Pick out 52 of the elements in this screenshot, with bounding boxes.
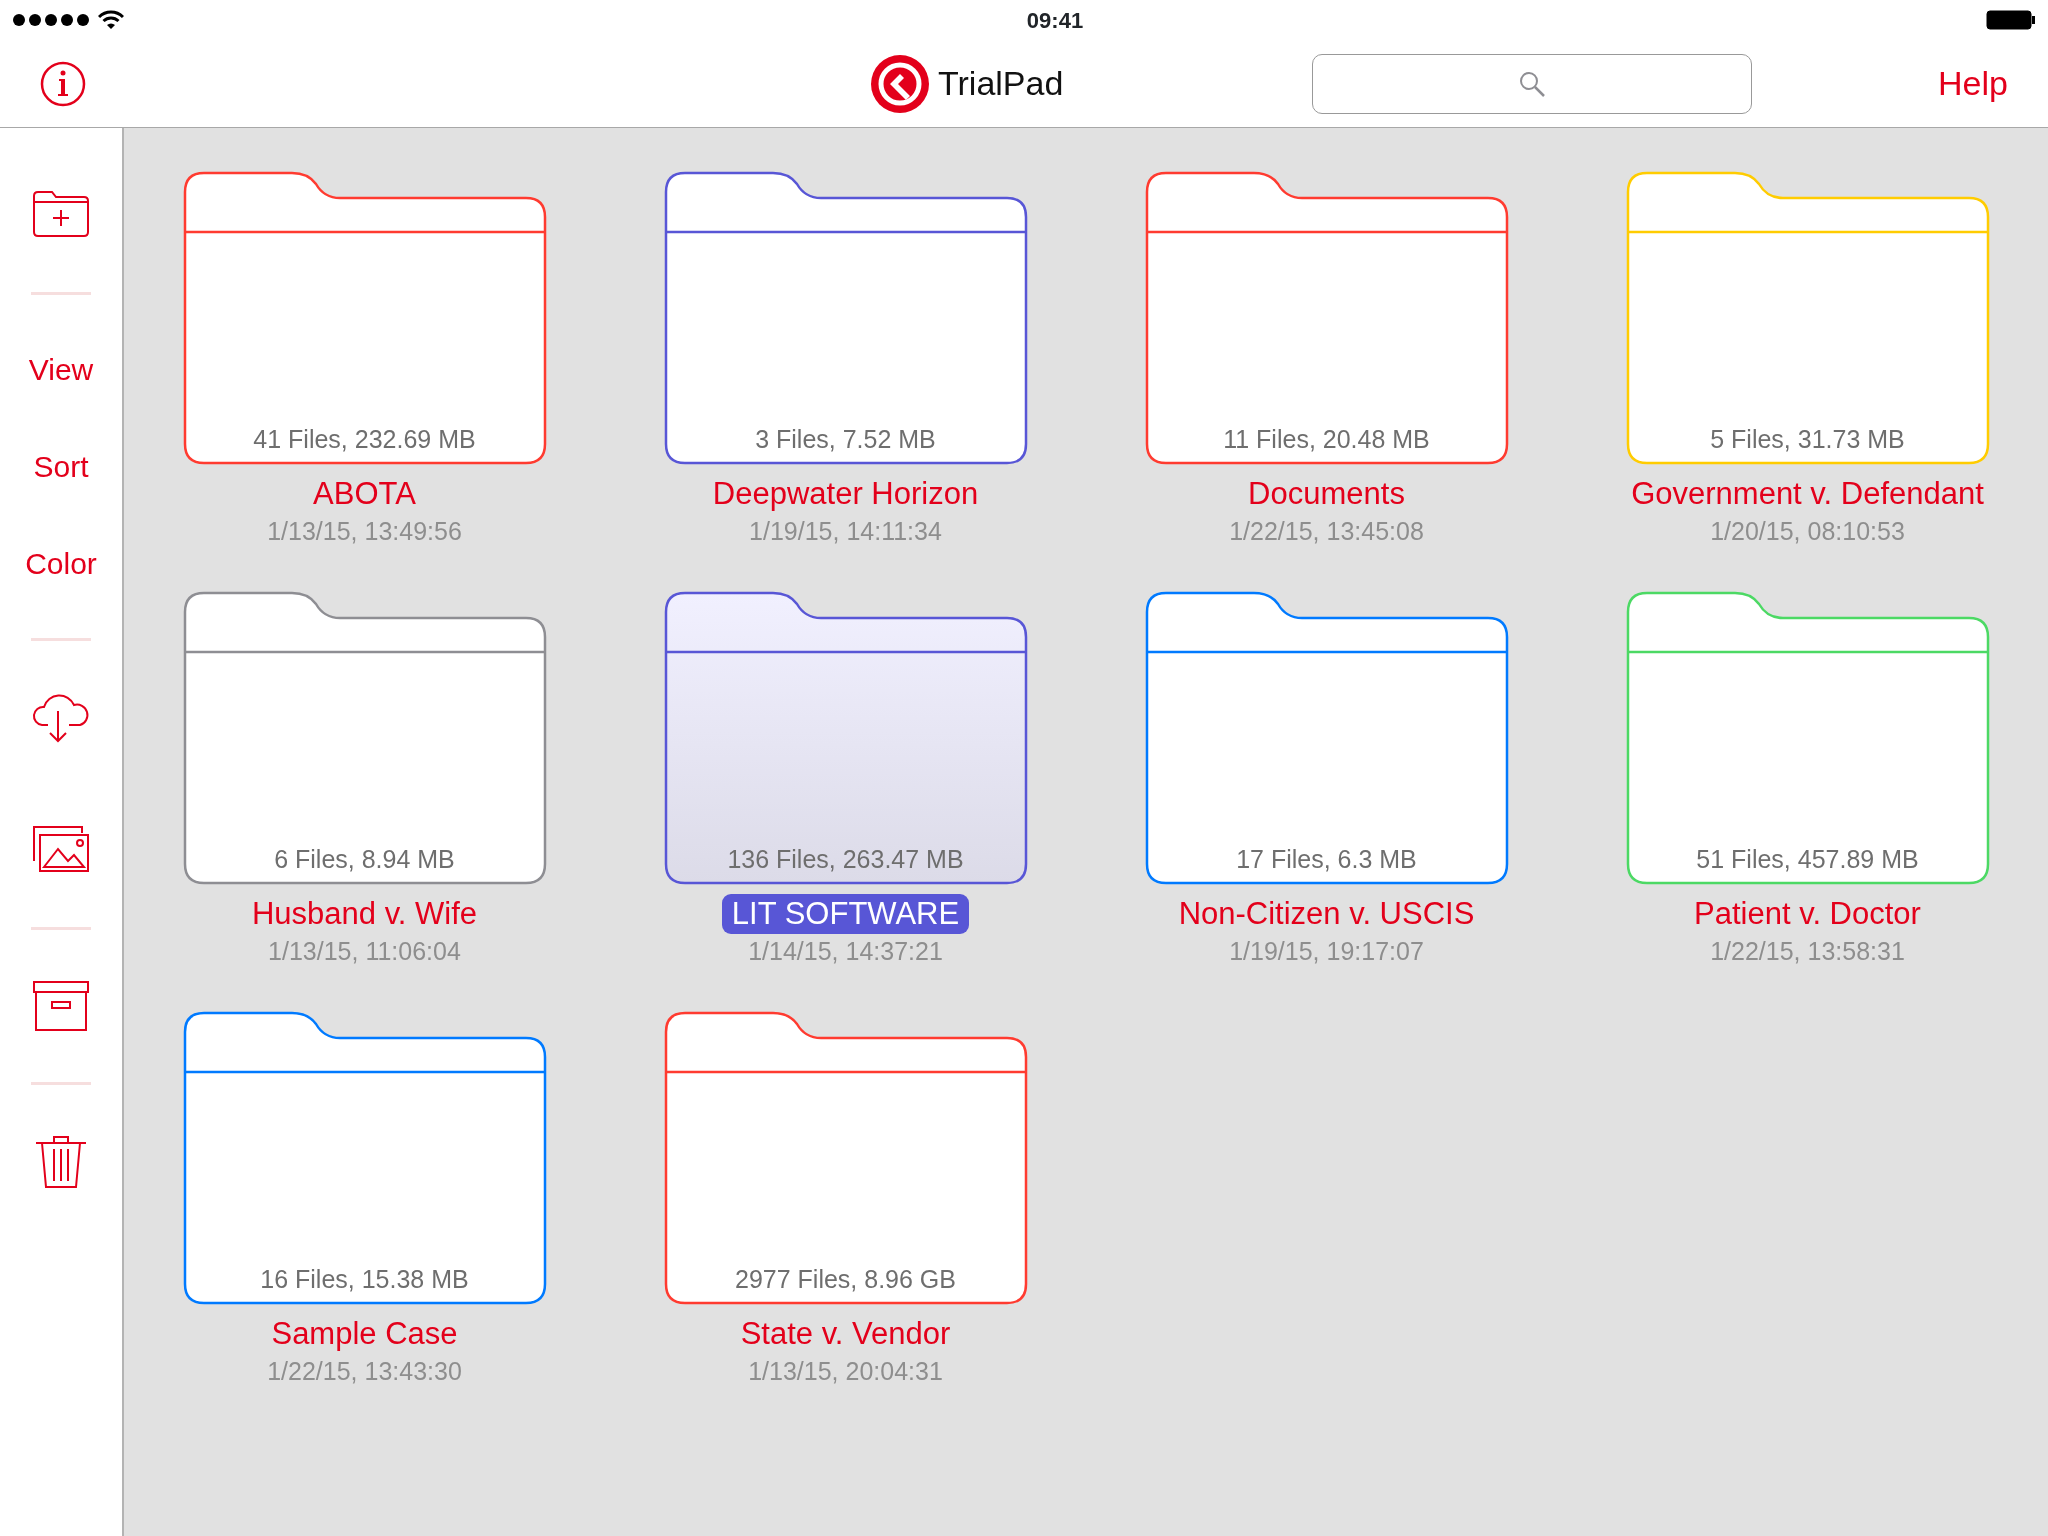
wifi-icon <box>98 10 124 30</box>
file-count: 51 Files, 457.89 MB <box>1695 843 1920 875</box>
folder-date: 1/22/15, 13:45:08 <box>1229 516 1424 547</box>
folder-name[interactable]: State v. Vendor <box>730 1314 961 1354</box>
folder-date: 1/13/15, 13:49:56 <box>267 516 462 547</box>
folder-icon[interactable] <box>662 170 1029 466</box>
archive-box-icon[interactable] <box>32 978 90 1034</box>
folder-icon[interactable] <box>181 590 548 886</box>
sidebar-menu-item[interactable]: Color <box>25 541 97 586</box>
folder-icon[interactable] <box>181 1010 548 1306</box>
search-icon <box>1518 69 1546 98</box>
file-count: 5 Files, 31.73 MB <box>1709 423 1906 455</box>
info-icon[interactable] <box>40 60 86 107</box>
folder-name[interactable]: Deepwater Horizon <box>702 474 989 514</box>
folder-date: 1/22/15, 13:43:30 <box>267 1356 462 1387</box>
logo-icon <box>870 53 930 114</box>
signal-icon <box>12 13 90 27</box>
folder-date: 1/20/15, 08:10:53 <box>1710 516 1905 547</box>
file-count: 41 Files, 232.69 MB <box>252 423 477 455</box>
folder-name[interactable]: Sample Case <box>261 1314 468 1354</box>
folder-icon[interactable] <box>1143 170 1510 466</box>
file-count: 3 Files, 7.52 MB <box>754 423 937 455</box>
app-title: TrialPad <box>938 63 1064 104</box>
folder-name[interactable]: ABOTA <box>303 474 426 514</box>
file-count: 136 Files, 263.47 MB <box>726 843 965 875</box>
file-count: 16 Files, 15.38 MB <box>259 1263 470 1295</box>
folder-date: 1/22/15, 13:58:31 <box>1710 936 1905 967</box>
folder-date: 1/19/15, 14:11:34 <box>749 516 942 547</box>
folder-name[interactable]: Government v. Defendant <box>1621 474 1994 514</box>
folder-name[interactable]: Documents <box>1238 474 1415 514</box>
sidebar-menu-item[interactable]: View <box>28 347 94 392</box>
folder-icon[interactable] <box>1143 590 1510 886</box>
folder-name[interactable]: Non-Citizen v. USCIS <box>1168 894 1485 934</box>
file-count: 17 Files, 6.3 MB <box>1235 843 1418 875</box>
status-time: 09:41 <box>1026 6 1084 35</box>
folder-date: 1/14/15, 14:37:21 <box>748 936 943 967</box>
battery-icon <box>1986 10 2036 30</box>
file-count: 6 Files, 8.94 MB <box>273 843 456 875</box>
folder-name[interactable]: Patient v. Doctor <box>1684 894 1931 934</box>
folder-icon[interactable] <box>662 1010 1029 1306</box>
sidebar-menu-item[interactable]: Sort <box>33 444 89 489</box>
search-field[interactable] <box>1312 53 1752 114</box>
folder-date: 1/13/15, 20:04:31 <box>748 1356 943 1387</box>
help-link[interactable]: Help <box>1938 58 2008 109</box>
folder-date: 1/13/15, 11:06:04 <box>268 936 461 967</box>
folder-date: 1/19/15, 19:17:07 <box>1229 936 1424 967</box>
folder-name[interactable]: Husband v. Wife <box>241 894 488 934</box>
file-count: 2977 Files, 8.96 GB <box>734 1263 957 1295</box>
folder-icon[interactable] <box>181 170 548 466</box>
folder-name[interactable]: LIT SOFTWARE <box>721 894 970 934</box>
folder-icon[interactable] <box>662 590 1029 886</box>
file-count: 11 Files, 20.48 MB <box>1222 423 1431 455</box>
